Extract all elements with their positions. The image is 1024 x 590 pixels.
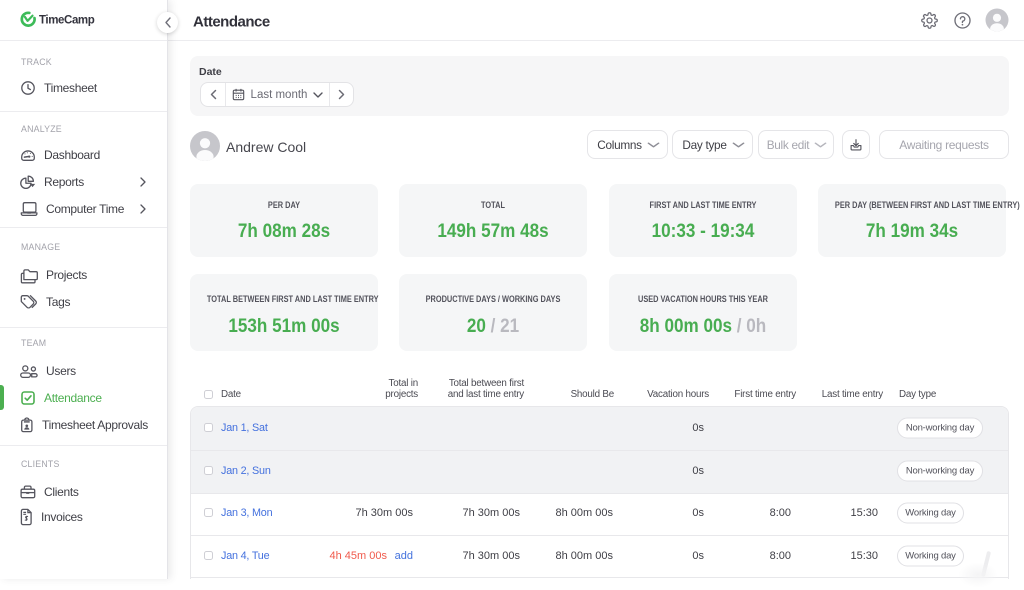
svg-text:TimeCamp: TimeCamp xyxy=(39,14,95,26)
